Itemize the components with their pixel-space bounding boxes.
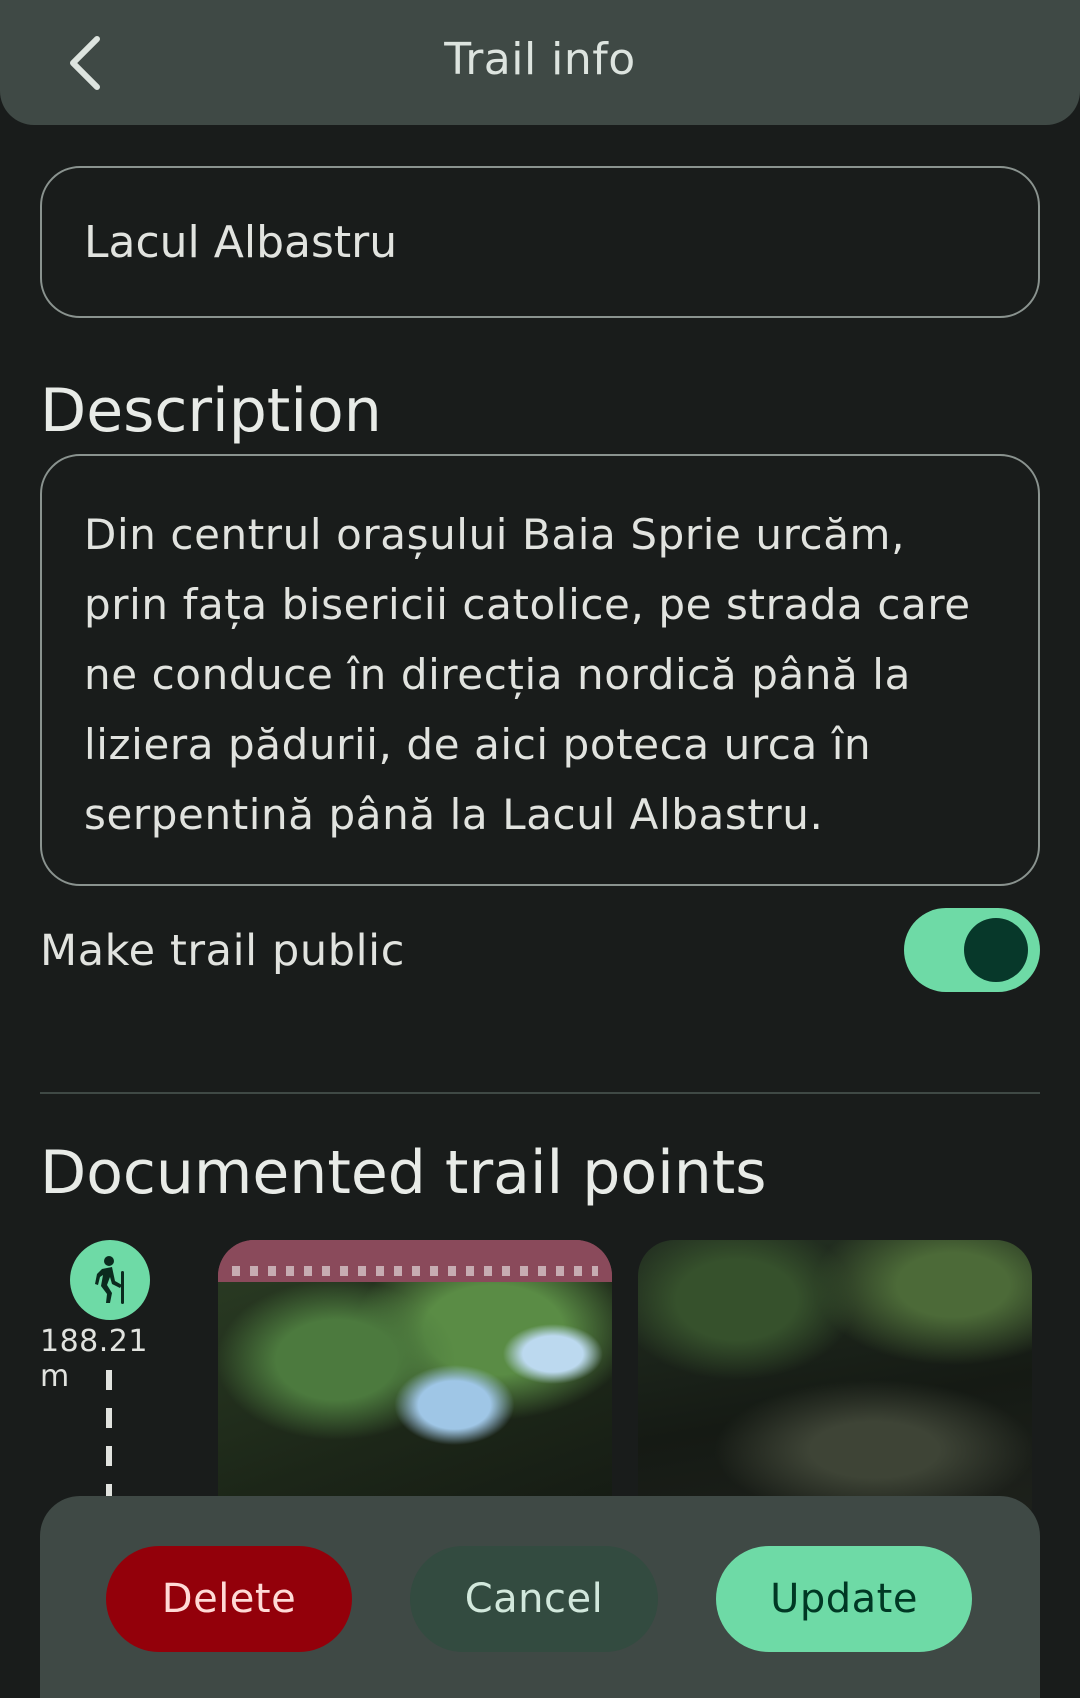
toggle-knob — [964, 918, 1028, 982]
cancel-button[interactable]: Cancel — [410, 1546, 658, 1652]
divider — [40, 1092, 1040, 1094]
description-textarea[interactable]: Din centrul orașului Baia Sprie urcăm, p… — [40, 454, 1040, 886]
trail-points-heading: Documented trail points — [40, 1138, 767, 1208]
delete-button[interactable]: Delete — [106, 1546, 352, 1652]
page-title: Trail info — [444, 34, 636, 85]
make-public-label: Make trail public — [40, 926, 405, 976]
bottom-action-bar: Delete Cancel Update — [40, 1496, 1040, 1698]
update-button[interactable]: Update — [716, 1546, 972, 1652]
make-public-row: Make trail public — [40, 906, 1040, 994]
description-line: liziera pădurii, de aici poteca urca în — [84, 720, 872, 769]
description-line: prin fața bisericii catolice, pe strada … — [84, 580, 971, 629]
trail-point-photo[interactable] — [218, 1240, 612, 1540]
trail-point-photo[interactable] — [638, 1240, 1032, 1540]
timeline-connector — [106, 1370, 112, 1500]
hiker-icon — [95, 1256, 124, 1304]
description-heading: Description — [40, 376, 382, 446]
trail-point-marker[interactable] — [70, 1240, 150, 1320]
trail-name-value: Lacul Albastru — [84, 216, 398, 268]
description-line: serpentină până la Lacul Albastru. — [84, 790, 824, 839]
description-line: ne conduce în direcția nordică până la — [84, 650, 911, 699]
make-public-toggle[interactable] — [904, 908, 1040, 992]
top-app-bar: Trail info — [0, 0, 1080, 125]
trail-name-input[interactable]: Lacul Albastru — [40, 166, 1040, 318]
description-line: Din centrul orașului Baia Sprie urcăm, — [84, 510, 906, 559]
